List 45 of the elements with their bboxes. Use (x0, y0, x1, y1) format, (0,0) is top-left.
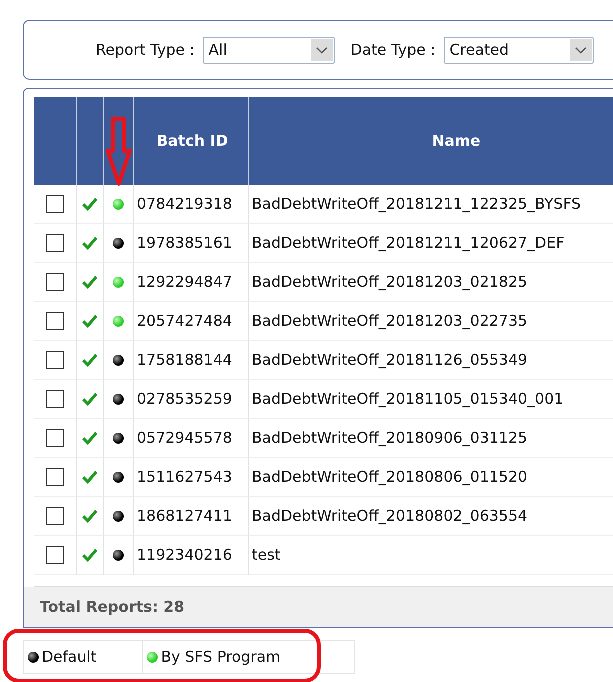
checkbox[interactable] (46, 273, 64, 291)
table-cell: 0572945578 (134, 419, 249, 458)
filter-label: Date Type : (350, 41, 436, 59)
column-header[interactable] (34, 97, 77, 185)
legend-label: Default (42, 648, 97, 666)
table-cell: 0784219318 (134, 185, 249, 224)
status-dot-icon (113, 316, 124, 326)
status-dot-icon (113, 550, 124, 560)
checkbox[interactable] (46, 234, 64, 252)
checkbox[interactable] (46, 468, 64, 486)
caret-icon (570, 39, 592, 61)
status-dot-icon (28, 652, 39, 662)
table-cell: 1292294847 (134, 263, 249, 302)
checkbox[interactable] (46, 312, 64, 330)
table-cell: 1978385161 (134, 224, 249, 263)
table-cell: 1192340216 (134, 536, 249, 575)
checkbox[interactable] (46, 390, 64, 408)
status-dot-icon (113, 276, 124, 288)
checkbox[interactable] (46, 429, 64, 447)
column-header[interactable]: Name (249, 97, 613, 185)
filter-label: Report Type : (96, 41, 195, 59)
status-dot-icon (113, 472, 124, 482)
caret-icon (310, 39, 333, 61)
dropdown[interactable]: All (202, 36, 335, 64)
checkbox[interactable] (46, 195, 64, 213)
dropdown[interactable]: Created (444, 36, 594, 64)
checkbox[interactable] (46, 546, 64, 564)
status-dot-icon (113, 198, 124, 210)
table-cell: 1758188144 (134, 341, 249, 380)
legend-label: By SFS Program (161, 648, 281, 666)
table-cell: 2057427484 (134, 302, 249, 341)
status-dot-icon (113, 238, 124, 248)
column-header[interactable] (77, 97, 104, 185)
status-dot-icon (113, 354, 124, 366)
status-dot-icon (113, 432, 124, 444)
status-dot-icon (147, 652, 158, 662)
table-cell: 0278535259 (134, 380, 249, 419)
checkbox[interactable] (46, 351, 64, 369)
column-header[interactable]: Batch ID (134, 97, 249, 185)
checkbox[interactable] (46, 507, 64, 525)
table-cell: 1868127411 (134, 497, 249, 536)
table-cell: 1511627543 (134, 458, 249, 497)
total-reports-label: Total Reports: 28 (40, 598, 185, 616)
status-dot-icon (113, 394, 124, 404)
status-dot-icon (113, 510, 124, 522)
